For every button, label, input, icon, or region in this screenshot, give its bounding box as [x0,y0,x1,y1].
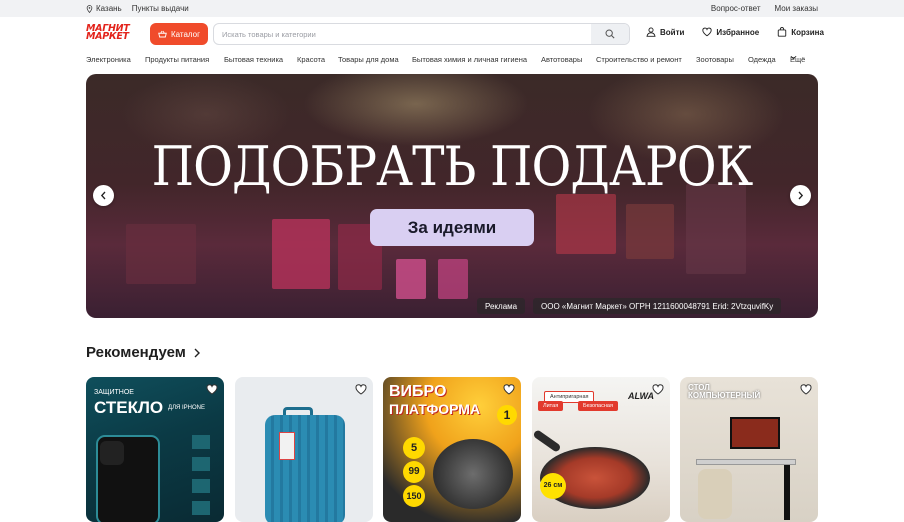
favorite-heart-icon[interactable] [800,384,812,395]
size-badge: 26 см [540,473,566,499]
product-card-suitcase[interactable] [235,377,373,522]
desk-image [696,459,796,465]
more-label: Ещё [790,55,806,64]
more-categories-button[interactable]: Ещё [790,55,805,64]
ad-label[interactable]: Реклама [477,298,526,314]
pan-handle [532,429,562,453]
logo[interactable]: МАГНИТ МАРКЕТ [86,24,138,43]
search-button[interactable] [591,24,629,44]
gift-box-decoration [626,204,674,259]
badge-number: 5 [403,437,425,459]
user-icon [646,27,656,37]
category-beauty[interactable]: Красота [297,55,325,64]
pickup-points-link[interactable]: Пункты выдачи [132,4,189,13]
product-text: ЗАЩИТНОЕ [94,389,134,396]
search-input[interactable] [222,24,592,44]
category-household-chemicals[interactable]: Бытовая химия и личная гигиена [412,55,527,64]
carousel-prev-button[interactable] [93,185,114,206]
cart-label: Корзина [791,27,824,37]
brand-label: ALWA [628,391,654,401]
top-utility-bar: Казань Пункты выдачи Вопрос-ответ Мои за… [0,0,904,17]
gift-box-decoration [126,224,196,284]
ideas-button[interactable]: За идеями [370,209,534,246]
chair-image [698,469,732,519]
category-food[interactable]: Продукты питания [145,55,209,64]
faq-link[interactable]: Вопрос-ответ [711,4,761,13]
product-text: КОМПЬЮТЕРНЫЙ [688,391,761,400]
promo-banner[interactable]: ПОДОБРАТЬ ПОДАРОК За идеями Реклама ООО … [86,74,818,318]
catalog-label: Каталог [170,29,201,39]
city-selector[interactable]: Казань [86,4,122,13]
gift-box-decoration [556,194,616,254]
product-text: ПЛАТФОРМА [389,401,481,417]
basket-icon [158,30,167,38]
logo-line-2: МАРКЕТ [86,31,129,42]
ad-info: ООО «Магнит Маркет» ОГРН 1211600048791 E… [533,298,782,314]
badge-number: 1 [497,405,517,425]
header: МАГНИТ МАРКЕТ Каталог Войти Избранное Ко… [0,17,904,51]
favorite-heart-icon[interactable] [206,384,218,395]
login-label: Войти [660,27,685,37]
favorite-heart-icon[interactable] [355,384,367,395]
category-construction[interactable]: Строительство и ремонт [596,55,682,64]
product-tag: Безопасная [578,401,618,411]
my-orders-link[interactable]: Мои заказы [775,4,818,13]
heart-icon [702,27,713,37]
product-text: СТЕКЛО [94,398,164,417]
product-card-frying-pan[interactable]: Антипригарная Литая Безопасная ALWA 26 с… [532,377,670,522]
monitor-image [730,417,780,449]
gift-box-decoration [272,219,330,289]
favorite-heart-icon[interactable] [503,384,515,395]
product-text: ВИБРО [389,383,447,400]
chevron-right-icon [194,348,200,357]
badge-number: 99 [403,461,425,483]
category-home[interactable]: Товары для дома [338,55,399,64]
platform-image [433,439,513,509]
camera-image [100,441,124,465]
product-card-vibro-platform[interactable]: ВИБРО ПЛАТФОРМА 1 5 99 150 [383,377,521,522]
favorites-label: Избранное [716,27,760,37]
category-appliances[interactable]: Бытовая техника [224,55,283,64]
category-auto[interactable]: Автотовары [541,55,582,64]
category-pets[interactable]: Зоотовары [696,55,734,64]
product-text: ДЛЯ IPHONE [168,405,206,411]
login-button[interactable]: Войти [646,27,684,37]
recommendations-title[interactable]: Рекомендуем [86,344,200,361]
search-icon [605,29,615,39]
banner-title: ПОДОБРАТЬ ПОДАРОК [151,135,754,198]
product-card-computer-desk[interactable]: СТОЛ КОМПЬЮТЕРНЫЙ [680,377,818,522]
city-label: Казань [96,4,122,13]
badge-number: 150 [403,485,425,507]
suitcase-tag [279,432,295,460]
product-card-protective-glass[interactable]: ЗАЩИТНОЕ СТЕКЛО ДЛЯ IPHONE [86,377,224,522]
gift-box-decoration [396,259,426,299]
chevron-right-icon [798,191,804,200]
category-clothing[interactable]: Одежда [748,55,776,64]
gift-box-decoration [438,259,468,299]
category-electronics[interactable]: Электроника [86,55,131,64]
recommendations-label: Рекомендуем [86,344,186,361]
carousel-next-button[interactable] [790,185,811,206]
favorite-heart-icon[interactable] [652,384,664,395]
desk-leg [784,465,790,520]
location-pin-icon [86,4,93,13]
shopping-bag-icon [778,27,787,37]
search-bar [213,23,630,45]
feature-badges [192,435,210,515]
cart-button[interactable]: Корзина [777,27,824,37]
category-nav: Электроника Продукты питания Бытовая тех… [86,55,818,65]
chevron-left-icon [100,191,106,200]
catalog-button[interactable]: Каталог [150,23,208,45]
favorites-button[interactable]: Избранное [702,27,759,37]
suitcase-image [265,415,345,522]
product-tag: Литая [538,401,564,411]
